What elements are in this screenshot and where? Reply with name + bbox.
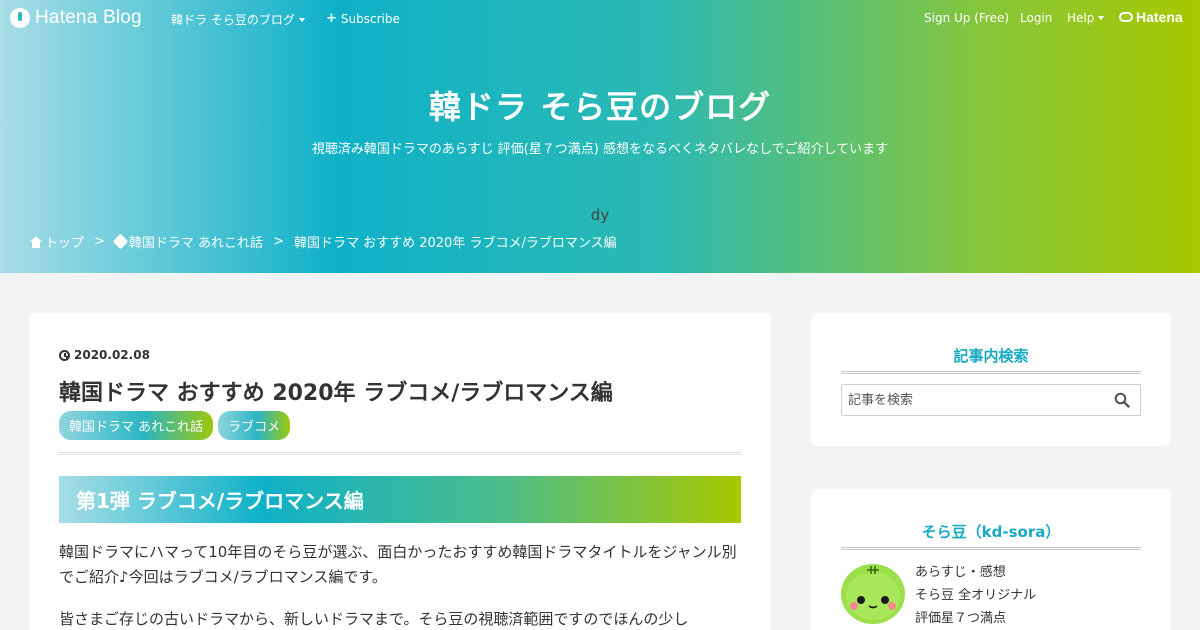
- entry-date[interactable]: 2020.02.08: [59, 348, 150, 362]
- blog-description: 視聴済み韓国ドラマのあらすじ 評価(星７つ満点) 感想をなるべくネタバレなしでご…: [311, 142, 889, 157]
- blog-menu-dropdown[interactable]: 韓ドラ そら豆のブログ: [171, 11, 305, 28]
- subscribe-label: Subscribe: [340, 11, 400, 26]
- breadcrumb-current: 韓国ドラマ おすすめ 2020年 ラブコメ/ラブロマンス編: [294, 232, 617, 251]
- ad-label: dy: [590, 206, 610, 224]
- breadcrumb-home-label: トップ: [45, 236, 85, 251]
- entry-tag[interactable]: 韓国ドラマ あれこれ話: [59, 411, 214, 440]
- hatena-logo-label: Hatena: [1136, 9, 1183, 25]
- caret-down-icon: [298, 17, 305, 22]
- divider: [841, 371, 1141, 374]
- article-card: 2020.02.08 韓国ドラマ おすすめ 2020年 ラブコメ/ラブロマンス編…: [29, 313, 771, 630]
- login-link[interactable]: Login: [1020, 11, 1052, 25]
- entry-paragraph: 韓国ドラマにハマって10年目のそら豆が選ぶ、面白かったおすすめ韓国ドラマタイトル…: [59, 543, 737, 586]
- entry-title[interactable]: 韓国ドラマ おすすめ 2020年 ラブコメ/ラブロマンス編: [59, 375, 613, 407]
- profile-module: そら豆（kd-sora） あらすじ・感想 そら豆 全オリジナル 評価星７つ満点: [811, 489, 1171, 630]
- entry-tag[interactable]: ラブコメ: [218, 411, 291, 440]
- tag-icon: [112, 233, 129, 250]
- breadcrumb-home[interactable]: トップ: [30, 232, 84, 251]
- divider: [841, 547, 1141, 550]
- profile-module-heading[interactable]: そら豆（kd-sora）: [841, 521, 1141, 542]
- home-icon: [30, 235, 42, 248]
- hatena-blog-brand[interactable]: Hatena Blog: [10, 7, 142, 29]
- brand-label: Hatena Blog: [35, 7, 142, 28]
- search-module: 記事内検索: [811, 313, 1171, 446]
- blog-title[interactable]: 韓ドラ そら豆のブログ: [0, 82, 1200, 128]
- help-dropdown[interactable]: Help: [1067, 11, 1105, 25]
- search-input[interactable]: [842, 385, 1102, 415]
- breadcrumb-current-label: 韓国ドラマ おすすめ 2020年 ラブコメ/ラブロマンス編: [293, 236, 617, 251]
- divider: [59, 452, 741, 455]
- profile-description: あらすじ・感想 そら豆 全オリジナル 評価星７つ満点: [915, 561, 1036, 630]
- hatena-logo-icon: [1119, 12, 1133, 22]
- entry-tags: 韓国ドラマ あれこれ話 ラブコメ: [59, 411, 291, 440]
- breadcrumb-category[interactable]: 韓国ドラマ あれこれ話: [112, 232, 264, 251]
- profile-line: 評価星７つ満点: [915, 611, 1007, 626]
- login-label: Login: [1020, 11, 1053, 25]
- hatena-logo-link[interactable]: Hatena: [1119, 9, 1183, 25]
- help-label: Help: [1067, 11, 1095, 25]
- global-bar: Hatena Blog 韓ドラ そら豆のブログ + Subscribe Sign…: [0, 0, 1200, 36]
- breadcrumb-separator: >: [94, 234, 105, 249]
- caret-down-icon: [1098, 16, 1105, 20]
- breadcrumb-separator: >: [273, 234, 284, 249]
- avatar-icon[interactable]: [841, 560, 905, 624]
- subscribe-button[interactable]: + Subscribe: [326, 11, 400, 26]
- entry-date-label: 2020.02.08: [74, 348, 150, 362]
- profile-line: あらすじ・感想: [915, 565, 1006, 580]
- breadcrumb-category-label: 韓国ドラマ あれこれ話: [128, 236, 264, 251]
- section-heading: 第1弾 ラブコメ/ラブロマンス編: [59, 476, 741, 523]
- blog-header: Hatena Blog 韓ドラ そら豆のブログ + Subscribe Sign…: [0, 0, 1200, 273]
- entry-paragraph: 皆さまご存じの古いドラマから、新しいドラマまで。そら豆の視聴済範囲ですのでほんの…: [59, 610, 689, 628]
- signup-link[interactable]: Sign Up (Free): [924, 11, 1009, 25]
- profile-line: そら豆 全オリジナル: [915, 588, 1037, 603]
- clock-icon: [59, 349, 70, 361]
- signup-label: Sign Up (Free): [924, 11, 1010, 25]
- blog-menu-label: 韓ドラ そら豆のブログ: [171, 13, 295, 27]
- plus-icon: +: [326, 11, 337, 26]
- search-module-heading: 記事内検索: [953, 347, 1029, 365]
- breadcrumb: トップ > 韓国ドラマ あれこれ話 > 韓国ドラマ おすすめ 2020年 ラブコ…: [30, 232, 617, 251]
- search-icon[interactable]: [1114, 392, 1130, 408]
- search-box: [841, 384, 1141, 416]
- hatena-blog-logo-icon: [10, 8, 30, 28]
